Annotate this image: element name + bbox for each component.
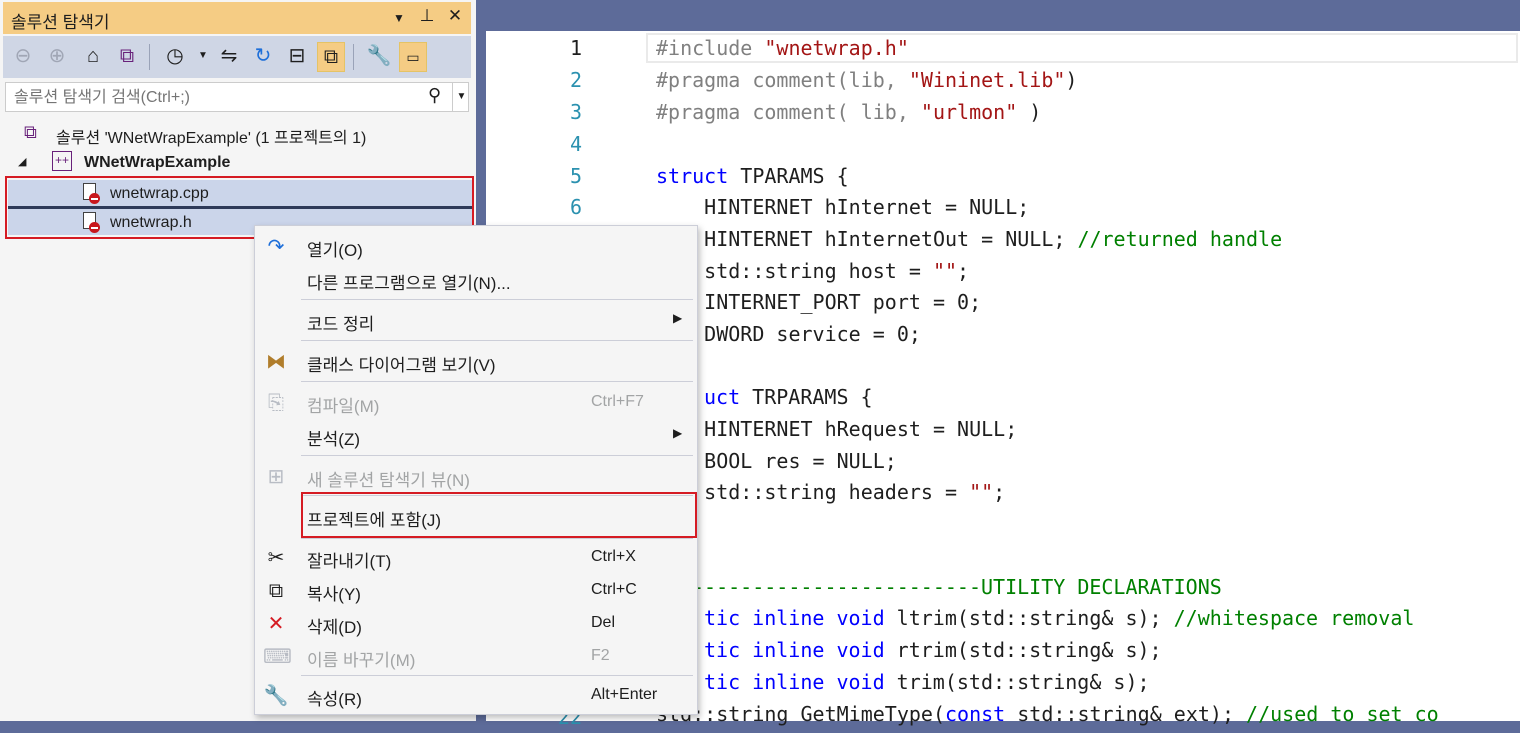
context-menu: ↷ 열기(O) 다른 프로그램으로 열기(N)... 코드 정리 ▶ ⧓ 클래스… bbox=[254, 225, 698, 715]
forward-icon[interactable]: ⊕ bbox=[43, 42, 71, 70]
code-line: tic inline void trim(std::string& s); bbox=[704, 670, 1150, 694]
code-line: INTERNET_PORT port = 0; bbox=[656, 290, 982, 314]
menu-item-cut[interactable]: ✂ 잘라내기(T) Ctrl+X bbox=[255, 543, 697, 573]
project-label: WNetWrapExample bbox=[84, 154, 231, 171]
refresh-icon[interactable]: ↻ bbox=[249, 42, 277, 70]
search-options-dropdown-icon[interactable]: ▼ bbox=[452, 83, 470, 111]
search-icon[interactable]: ⚲ bbox=[428, 85, 441, 106]
project-node[interactable]: ◢ ++ WNetWrapExample bbox=[18, 150, 458, 178]
menu-item-rename[interactable]: ⌨ 이름 바꾸기(M) F2 bbox=[255, 642, 697, 672]
code-line: ------------------------UTILITY DECLARAT… bbox=[692, 575, 1222, 599]
sync-with-document-icon[interactable]: ⇋ bbox=[215, 42, 243, 70]
solution-search-box[interactable]: ⚲ ▼ bbox=[5, 82, 469, 112]
back-icon[interactable]: ⊖ bbox=[9, 42, 37, 70]
line-number: 3 bbox=[569, 100, 582, 124]
show-all-files-icon[interactable]: ⧉ bbox=[317, 42, 345, 72]
code-line: #include "wnetwrap.h" bbox=[656, 36, 909, 60]
code-line: HINTERNET hInternetOut = NULL; //returne… bbox=[656, 227, 1283, 251]
panel-title: 솔루션 탐색기 bbox=[11, 13, 110, 32]
code-line: struct TPARAMS { bbox=[656, 164, 849, 188]
close-icon[interactable]: ✕ bbox=[445, 6, 465, 26]
line-number: 4 bbox=[569, 132, 582, 156]
menu-separator bbox=[301, 340, 693, 341]
menu-separator bbox=[301, 538, 693, 539]
code-line: HINTERNET hRequest = NULL; bbox=[656, 417, 1018, 441]
menu-item-delete[interactable]: ✕ 삭제(D) Del bbox=[255, 609, 697, 639]
code-line: #pragma comment(lib, "Wininet.lib") bbox=[656, 68, 1078, 92]
menu-separator bbox=[301, 455, 693, 456]
menu-item-code-cleanup[interactable]: 코드 정리 ▶ bbox=[255, 306, 697, 336]
properties-wrench-icon[interactable]: 🔧 bbox=[365, 42, 393, 70]
code-line: std::string GetMimeType(const std::strin… bbox=[656, 702, 1439, 726]
line-number: 1 bbox=[569, 36, 582, 60]
menu-item-open[interactable]: ↷ 열기(O) bbox=[255, 232, 697, 262]
solution-node[interactable]: ⧉ 솔루션 'WNetWrapExample' (1 프로젝트의 1) bbox=[24, 120, 464, 148]
menu-item-analyze[interactable]: 분석(Z) ▶ bbox=[255, 421, 697, 451]
toolbar-separator bbox=[149, 44, 150, 70]
menu-item-copy[interactable]: ⧉ 복사(Y) Ctrl+C bbox=[255, 576, 697, 606]
class-diagram-icon: ⧓ bbox=[266, 351, 286, 373]
highlight-box-include-in-project bbox=[301, 492, 697, 538]
code-line: HINTERNET hInternet = NULL; bbox=[656, 195, 1030, 219]
code-line: tic inline void ltrim(std::string& s); /… bbox=[704, 606, 1415, 630]
compile-icon: ⎘ bbox=[268, 392, 284, 414]
code-line: std::string headers = ""; bbox=[656, 480, 1006, 504]
wrench-icon: 🔧 bbox=[263, 685, 289, 707]
menu-separator bbox=[301, 299, 693, 300]
toolbar-separator bbox=[353, 44, 354, 70]
copy-icon: ⧉ bbox=[268, 580, 284, 602]
menu-separator bbox=[301, 675, 693, 676]
code-line: std::string host = ""; bbox=[656, 259, 970, 283]
menu-item-new-explorer-view[interactable]: ⊞ 새 솔루션 탐색기 뷰(N) bbox=[255, 462, 697, 492]
new-view-icon: ⊞ bbox=[267, 466, 285, 488]
panel-options-icon[interactable]: ▼ bbox=[389, 11, 409, 25]
home-icon[interactable]: ⌂ bbox=[79, 42, 107, 70]
delete-icon: ✕ bbox=[267, 613, 285, 635]
line-number: 2 bbox=[569, 68, 582, 92]
switch-views-icon[interactable]: ⧉ bbox=[113, 42, 141, 70]
preview-selected-items-icon[interactable]: ▭ bbox=[399, 42, 427, 72]
collapse-all-icon[interactable]: ⊟ bbox=[283, 42, 311, 70]
pin-icon[interactable]: ⊥ bbox=[417, 6, 437, 26]
code-line: tic inline void rtrim(std::string& s); bbox=[704, 638, 1162, 662]
menu-item-properties[interactable]: 🔧 속성(R) Alt+Enter bbox=[255, 681, 697, 711]
menu-item-open-with[interactable]: 다른 프로그램으로 열기(N)... bbox=[255, 265, 697, 295]
cpp-project-icon: ++ bbox=[52, 151, 72, 171]
chevron-down-icon[interactable]: ▼ bbox=[189, 42, 217, 70]
menu-separator bbox=[301, 381, 693, 382]
submenu-arrow-icon: ▶ bbox=[673, 426, 683, 440]
line-number: 6 bbox=[569, 195, 582, 219]
line-number: 5 bbox=[569, 164, 582, 188]
code-line: uct TRPARAMS { bbox=[704, 385, 873, 409]
code-line: #pragma comment( lib, "urlmon" ) bbox=[656, 100, 1042, 124]
scissors-icon: ✂ bbox=[267, 547, 285, 569]
submenu-arrow-icon: ▶ bbox=[673, 311, 683, 325]
solution-label: 솔루션 'WNetWrapExample' (1 프로젝트의 1) bbox=[56, 130, 367, 147]
expand-triangle-icon[interactable]: ◢ bbox=[18, 155, 26, 168]
pending-changes-filter-icon[interactable]: ◷ bbox=[161, 42, 189, 70]
menu-item-compile[interactable]: ⎘ 컴파일(M) Ctrl+F7 bbox=[255, 388, 697, 418]
open-icon: ↷ bbox=[267, 236, 285, 258]
menu-item-view-class-diagram[interactable]: ⧓ 클래스 다이어그램 보기(V) bbox=[255, 347, 697, 377]
solution-explorer-title-bar: 솔루션 탐색기 ▼ ⊥ ✕ bbox=[3, 2, 471, 34]
solution-explorer-toolbar: ⊖ ⊕ ⌂ ⧉ ◷ ▼ ⇋ ↻ ⊟ ⧉ 🔧 ▭ bbox=[3, 36, 471, 78]
rename-icon: ⌨ bbox=[263, 646, 292, 668]
solution-icon: ⧉ bbox=[24, 122, 37, 142]
search-input[interactable] bbox=[12, 86, 426, 110]
